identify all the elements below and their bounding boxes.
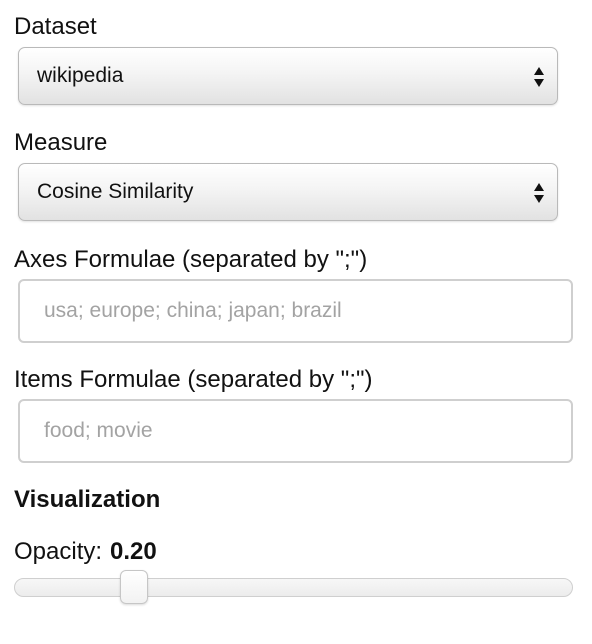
measure-select[interactable]: Cosine Similarity xyxy=(18,163,558,221)
axes-formulae-label: Axes Formulae (separated by ";") xyxy=(14,246,368,273)
dataset-selected-value: wikipedia xyxy=(37,64,124,87)
opacity-label: Opacity: xyxy=(14,538,103,565)
measure-label: Measure xyxy=(14,129,108,156)
opacity-slider-track[interactable] xyxy=(14,578,573,597)
dataset-label: Dataset xyxy=(14,13,97,40)
updown-arrows-icon xyxy=(533,66,545,88)
opacity-slider-handle[interactable] xyxy=(120,570,149,604)
dataset-select[interactable]: wikipedia xyxy=(18,47,558,105)
items-formulae-label: Items Formulae (separated by ";") xyxy=(14,366,373,393)
measure-selected-value: Cosine Similarity xyxy=(37,180,194,203)
axes-formulae-input[interactable] xyxy=(18,279,573,343)
opacity-row: Opacity: 0.20 xyxy=(14,538,157,566)
opacity-value: 0.20 xyxy=(110,538,157,565)
visualization-heading: Visualization xyxy=(14,486,161,513)
updown-arrows-icon xyxy=(533,182,545,204)
items-formulae-input[interactable] xyxy=(18,399,573,463)
